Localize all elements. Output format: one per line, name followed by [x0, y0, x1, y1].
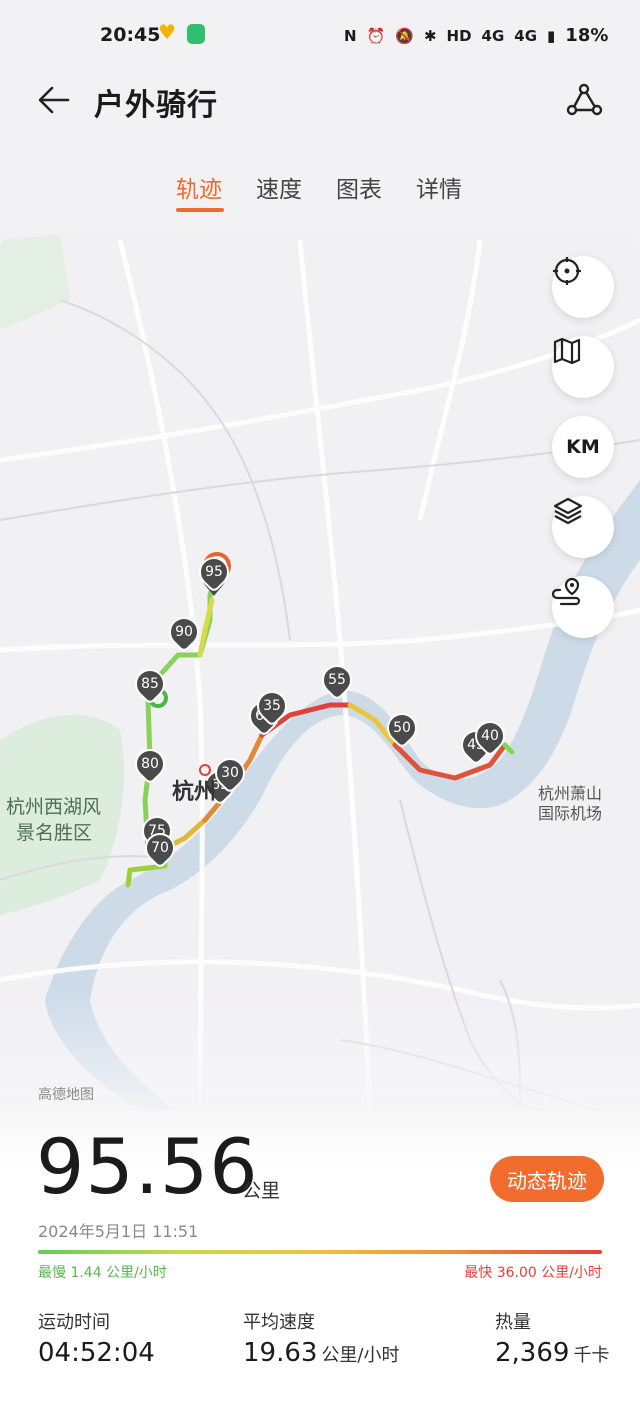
route-share-icon[interactable]	[565, 82, 603, 118]
stat-calories-unit: 千卡	[573, 1345, 610, 1366]
tab-details[interactable]: 详情	[416, 170, 462, 204]
stat-calories-label: 热量	[495, 1312, 531, 1333]
km-marker-label: 95	[205, 564, 223, 580]
arrow-left-icon[interactable]	[36, 82, 72, 118]
tab-active-indicator	[176, 208, 224, 212]
page-title: 户外骑行	[94, 88, 218, 123]
westlake-label-1: 杭州西湖风	[6, 796, 102, 818]
stat-avg-speed-number: 19.63	[243, 1338, 318, 1368]
distance-unit: 公里	[242, 1180, 281, 1202]
bluetooth-icon: ✱	[423, 26, 437, 45]
map-canvas	[0, 228, 640, 1128]
stat-avg-speed-value: 19.63 公里/小时	[243, 1338, 400, 1368]
signal-icon: 4G	[481, 26, 505, 45]
km-marker-label: 90	[175, 624, 193, 640]
signal2-icon: 4G	[514, 26, 538, 45]
city-label: 杭州	[172, 780, 217, 805]
layers-button[interactable]	[552, 496, 614, 558]
alarm-icon: ⏰	[366, 26, 386, 45]
health-app-icon: ♥	[158, 20, 176, 44]
km-marker-label: 85	[141, 676, 159, 692]
km-marker-label: 40	[481, 728, 499, 744]
map-type-button[interactable]	[552, 336, 614, 398]
km-marker-label: 30	[221, 765, 239, 781]
nfc-icon: N	[344, 26, 357, 45]
stat-duration-value: 04:52:04	[38, 1338, 155, 1368]
dynamic-track-button[interactable]: 动态轨迹	[490, 1156, 604, 1202]
map-icon	[553, 337, 581, 365]
battery-icon: ▮	[547, 26, 556, 45]
km-marker-label: 70	[151, 840, 169, 856]
battery-percent: 18%	[565, 25, 609, 46]
tab-speed[interactable]: 速度	[256, 170, 302, 204]
km-marker-label: 50	[393, 720, 411, 736]
map-provider-label: 高德地图	[38, 1087, 94, 1103]
app-badge-icon	[187, 24, 205, 44]
westlake-label-2: 景名胜区	[16, 822, 93, 844]
stat-calories-number: 2,369	[495, 1338, 570, 1368]
stat-duration-number: 04:52:04	[38, 1338, 155, 1368]
fastest-speed: 最快 36.00 公里/小时	[464, 1265, 602, 1281]
route-map[interactable]: 9590858075706560555045403530 杭州 杭州西湖风 景名…	[0, 228, 640, 1128]
stat-avg-speed-label: 平均速度	[243, 1312, 315, 1333]
distance-value: 95.56	[36, 1122, 259, 1211]
slowest-speed: 最慢 1.44 公里/小时	[38, 1265, 167, 1281]
workout-date: 2024年5月1日 11:51	[38, 1222, 199, 1241]
locate-button[interactable]	[552, 256, 614, 318]
speed-gradient-bar	[38, 1250, 602, 1254]
stat-duration-label: 运动时间	[38, 1312, 110, 1333]
status-time: 20:45	[100, 24, 161, 46]
stat-calories-value: 2,369 千卡	[495, 1338, 609, 1368]
unit-km-button[interactable]: KM	[552, 416, 614, 478]
status-bar: 20:45 ♥ N ⏰ 🔕 ✱ HD 4G 4G ▮ 18%	[0, 0, 640, 70]
tab-bar: 轨迹 速度 图表 详情	[0, 170, 640, 220]
mute-icon: 🔕	[395, 26, 414, 45]
tab-chart[interactable]: 图表	[336, 170, 382, 204]
route-pin-icon	[552, 577, 581, 606]
km-marker-label: 35	[263, 698, 281, 714]
hd-icon: HD	[446, 26, 472, 45]
airport-label-2: 国际机场	[538, 804, 603, 823]
stat-avg-speed-unit: 公里/小时	[321, 1345, 400, 1366]
km-marker-label: 55	[328, 672, 346, 688]
status-icons: N ⏰ 🔕 ✱ HD 4G 4G ▮ 18%	[344, 25, 608, 46]
crosshair-icon	[553, 257, 581, 285]
km-marker-label: 80	[141, 756, 159, 772]
layers-icon	[553, 497, 583, 525]
tab-track[interactable]: 轨迹	[176, 170, 222, 204]
route-pin-button[interactable]	[552, 576, 614, 638]
